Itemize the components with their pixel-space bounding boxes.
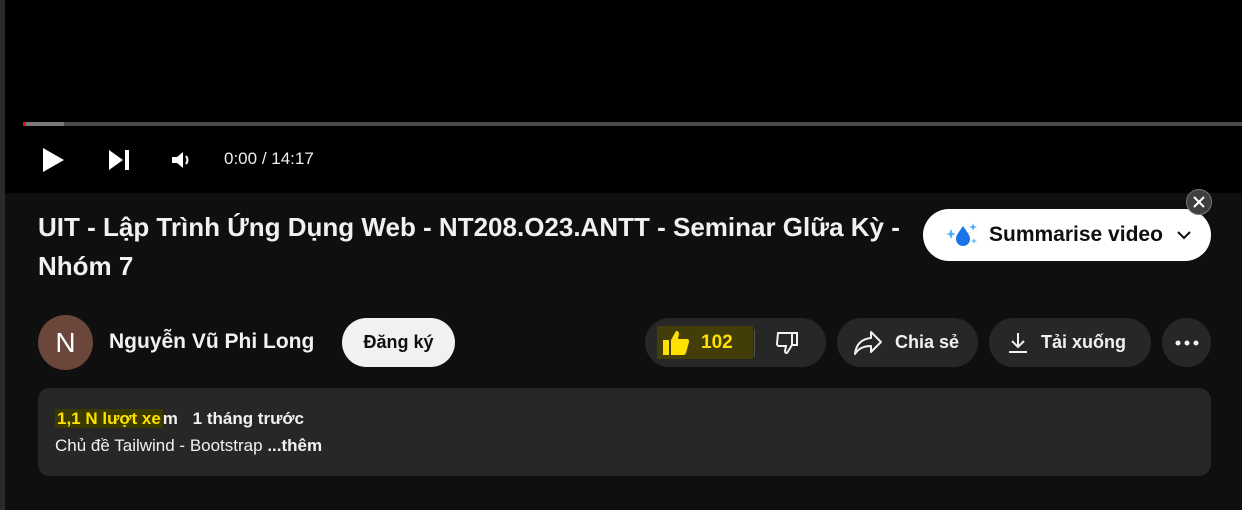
summarise-label: Summarise video [989,223,1163,246]
time-separator: / [257,149,272,168]
like-count: 102 [701,331,733,353]
share-icon [854,330,882,355]
channel-name[interactable]: Nguyễn Vũ Phi Long [109,330,314,354]
volume-button[interactable] [163,142,199,178]
time-current: 0:00 [224,149,258,168]
chevron-down-icon [1177,231,1191,240]
like-divider [754,329,755,357]
play-button[interactable] [35,142,71,178]
description-body: Chủ đề Tailwind - Bootstrap [55,436,268,455]
summarise-video-button[interactable]: Summarise video [923,209,1211,261]
dislike-button[interactable] [765,325,809,361]
share-label: Chia sẻ [895,332,960,352]
avatar-letter: N [55,326,76,358]
description-box[interactable]: 1,1 N lượt xe m 1 tháng trước Chủ đề Tail… [38,388,1211,476]
video-player[interactable]: 0:00 / 14:17 [5,0,1242,193]
volume-icon [172,152,189,168]
time-total: 14:17 [271,149,314,168]
time-display: 0:00 / 14:17 [224,149,314,169]
play-icon [43,148,64,172]
channel-avatar[interactable]: N [38,315,93,370]
progress-buffered [23,122,65,126]
view-count-rest: m [162,409,178,428]
close-icon [1193,196,1205,208]
download-icon [1009,332,1027,353]
download-label: Tải xuống [1041,332,1126,352]
description-text: Chủ đề Tailwind - Bootstrap ...thêm [55,436,322,456]
sparkle-droplet-icon [946,223,977,246]
skip-next-icon [109,150,129,170]
video-title: UIT - Lập Trình Ứng Dụng Web - NT208.O23… [38,212,900,281]
download-button[interactable]: Tải xuống [989,318,1151,367]
thumbs-up-icon [663,330,690,355]
upload-date: 1 tháng trước [192,409,304,428]
next-button[interactable] [101,142,137,178]
progress-bar[interactable] [23,122,1242,126]
thumbs-down-icon [775,332,798,355]
like-button[interactable]: 102 [657,326,753,359]
more-actions-button[interactable] [1162,318,1211,367]
subscribe-button[interactable]: Đăng ký [342,318,455,367]
show-more-link[interactable]: ...thêm [267,436,322,455]
video-meta: 1,1 N lượt xe m 1 tháng trước [55,409,304,429]
like-dislike-group: 102 [645,318,826,367]
more-horizontal-icon [1175,340,1198,345]
share-button[interactable]: Chia sẻ [837,318,978,367]
view-count-highlighted: 1,1 N lượt xe [55,409,163,428]
progress-played [23,122,26,126]
close-summarise-button[interactable] [1186,189,1212,215]
